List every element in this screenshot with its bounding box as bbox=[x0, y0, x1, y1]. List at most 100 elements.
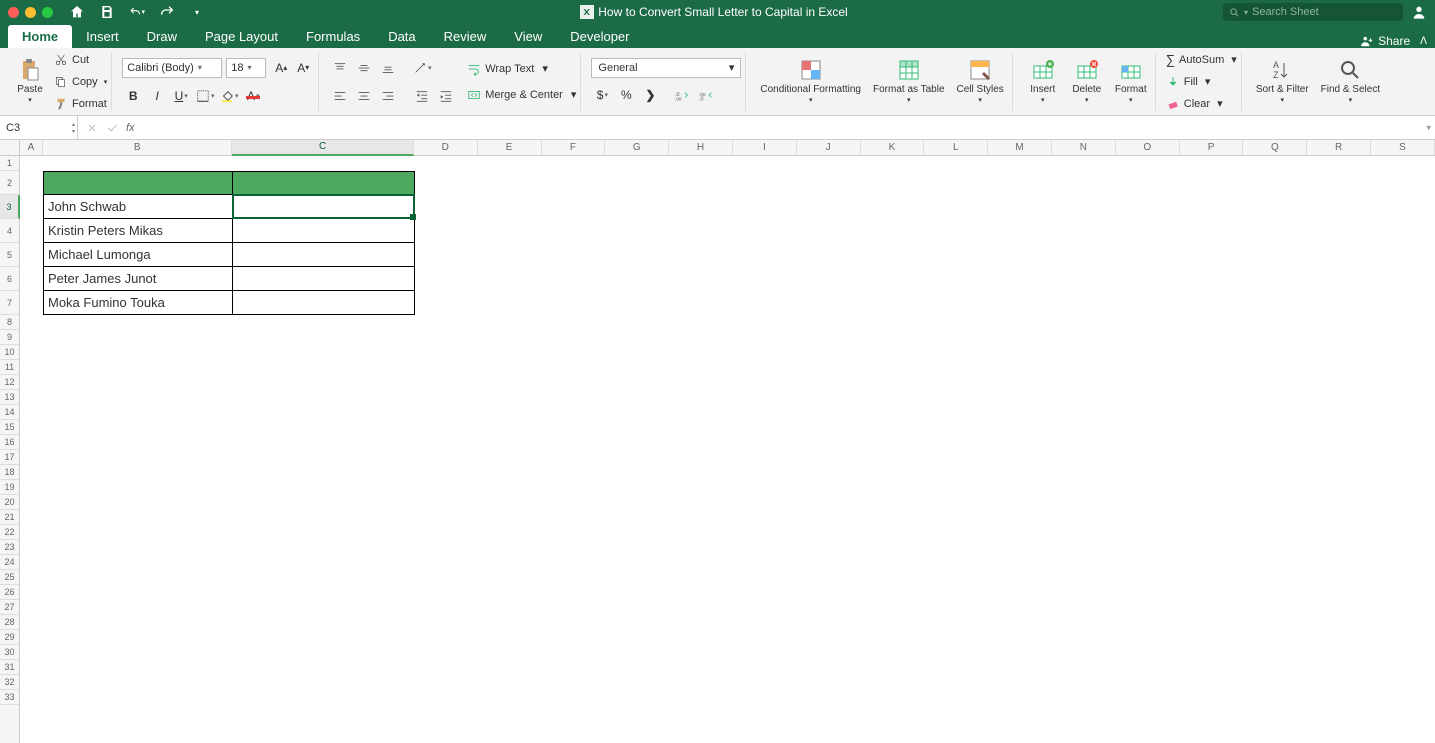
row-header-25[interactable]: 25 bbox=[0, 570, 19, 585]
cut-button[interactable]: Cut bbox=[54, 50, 107, 70]
merge-center-button[interactable]: Merge & Center▾ bbox=[467, 85, 576, 105]
increase-indent-button[interactable] bbox=[435, 85, 457, 107]
qat-customize-icon[interactable]: ▾ bbox=[189, 4, 205, 20]
tab-insert[interactable]: Insert bbox=[72, 25, 133, 48]
row-header-7[interactable]: 7 bbox=[0, 291, 19, 315]
row-header-31[interactable]: 31 bbox=[0, 660, 19, 675]
col-header-L[interactable]: L bbox=[924, 140, 988, 155]
table-header-cell[interactable] bbox=[43, 171, 233, 195]
col-header-E[interactable]: E bbox=[478, 140, 542, 155]
row-header-12[interactable]: 12 bbox=[0, 375, 19, 390]
col-header-C[interactable]: C bbox=[232, 140, 413, 156]
cell-grid[interactable]: John SchwabKristin Peters MikasMichael L… bbox=[20, 156, 1435, 743]
row-header-11[interactable]: 11 bbox=[0, 360, 19, 375]
row-header-28[interactable]: 28 bbox=[0, 615, 19, 630]
search-sheet-input[interactable]: ▾ Search Sheet bbox=[1223, 3, 1403, 21]
copy-button[interactable]: Copy▾ bbox=[54, 72, 107, 92]
row-header-23[interactable]: 23 bbox=[0, 540, 19, 555]
tab-formulas[interactable]: Formulas bbox=[292, 25, 374, 48]
col-header-P[interactable]: P bbox=[1180, 140, 1244, 155]
table-header-cell[interactable] bbox=[233, 171, 415, 195]
align-left-button[interactable] bbox=[329, 85, 351, 107]
comma-button[interactable]: ❯ bbox=[639, 84, 661, 106]
increase-font-button[interactable]: A▴ bbox=[270, 57, 292, 79]
decrease-font-button[interactable]: A▾ bbox=[292, 57, 314, 79]
clear-button[interactable]: Clear▾ bbox=[1166, 94, 1237, 114]
italic-button[interactable]: I bbox=[146, 85, 168, 107]
row-header-22[interactable]: 22 bbox=[0, 525, 19, 540]
row-header-18[interactable]: 18 bbox=[0, 465, 19, 480]
row-header-24[interactable]: 24 bbox=[0, 555, 19, 570]
align-right-button[interactable] bbox=[377, 85, 399, 107]
currency-button[interactable]: $▾ bbox=[591, 84, 613, 106]
align-top-button[interactable] bbox=[329, 57, 351, 79]
row-header-13[interactable]: 13 bbox=[0, 390, 19, 405]
find-select-button[interactable]: Find & Select▾ bbox=[1317, 56, 1384, 107]
col-header-S[interactable]: S bbox=[1371, 140, 1435, 155]
percent-button[interactable]: % bbox=[615, 84, 637, 106]
table-cell[interactable]: Moka Fumino Touka bbox=[43, 291, 233, 315]
tab-draw[interactable]: Draw bbox=[133, 25, 191, 48]
format-painter-button[interactable]: Format bbox=[54, 94, 107, 114]
table-cell[interactable] bbox=[233, 195, 415, 219]
zoom-window-button[interactable] bbox=[42, 7, 53, 18]
col-header-J[interactable]: J bbox=[797, 140, 861, 155]
sort-filter-button[interactable]: AZSort & Filter▾ bbox=[1252, 56, 1313, 107]
tab-review[interactable]: Review bbox=[430, 25, 501, 48]
fill-button[interactable]: Fill▾ bbox=[1166, 72, 1237, 92]
row-header-9[interactable]: 9 bbox=[0, 330, 19, 345]
col-header-N[interactable]: N bbox=[1052, 140, 1116, 155]
format-cells-button[interactable]: Format▾ bbox=[1111, 56, 1151, 107]
border-button[interactable]: ▾ bbox=[194, 85, 216, 107]
fill-color-button[interactable]: ▾ bbox=[218, 85, 240, 107]
number-format-combo[interactable]: General▾ bbox=[591, 58, 741, 78]
table-cell[interactable] bbox=[233, 291, 415, 315]
align-bottom-button[interactable] bbox=[377, 57, 399, 79]
table-cell[interactable] bbox=[233, 219, 415, 243]
font-name-combo[interactable]: Calibri (Body)▾ bbox=[122, 58, 222, 78]
col-header-B[interactable]: B bbox=[43, 140, 232, 155]
col-header-Q[interactable]: Q bbox=[1243, 140, 1307, 155]
format-as-table-button[interactable]: Format as Table▾ bbox=[869, 56, 949, 107]
share-button[interactable]: Share bbox=[1360, 34, 1410, 48]
cancel-formula-icon[interactable] bbox=[86, 122, 98, 134]
tab-developer[interactable]: Developer bbox=[556, 25, 643, 48]
bold-button[interactable]: B bbox=[122, 85, 144, 107]
col-header-A[interactable]: A bbox=[20, 140, 43, 155]
minimize-window-button[interactable] bbox=[25, 7, 36, 18]
select-all-corner[interactable] bbox=[0, 140, 20, 156]
tab-page-layout[interactable]: Page Layout bbox=[191, 25, 292, 48]
row-header-14[interactable]: 14 bbox=[0, 405, 19, 420]
expand-formula-bar-icon[interactable]: ▾ bbox=[1426, 122, 1431, 133]
tab-home[interactable]: Home bbox=[8, 25, 72, 48]
table-cell[interactable]: Peter James Junot bbox=[43, 267, 233, 291]
row-header-29[interactable]: 29 bbox=[0, 630, 19, 645]
col-header-H[interactable]: H bbox=[669, 140, 733, 155]
save-icon[interactable] bbox=[99, 4, 115, 20]
paste-button[interactable]: Paste▾ bbox=[10, 56, 50, 107]
name-box[interactable]: C3 ▴▾ bbox=[0, 116, 78, 139]
conditional-formatting-button[interactable]: Conditional Formatting▾ bbox=[756, 56, 865, 107]
row-header-16[interactable]: 16 bbox=[0, 435, 19, 450]
row-header-32[interactable]: 32 bbox=[0, 675, 19, 690]
row-header-6[interactable]: 6 bbox=[0, 267, 19, 291]
cell-styles-button[interactable]: Cell Styles▾ bbox=[953, 56, 1008, 107]
row-header-21[interactable]: 21 bbox=[0, 510, 19, 525]
fx-icon[interactable]: fx bbox=[126, 122, 135, 134]
col-header-O[interactable]: O bbox=[1116, 140, 1180, 155]
row-header-1[interactable]: 1 bbox=[0, 156, 19, 171]
increase-decimal-button[interactable]: .0.00 bbox=[671, 84, 693, 106]
decrease-indent-button[interactable] bbox=[411, 85, 433, 107]
row-header-4[interactable]: 4 bbox=[0, 219, 19, 243]
row-header-10[interactable]: 10 bbox=[0, 345, 19, 360]
user-icon[interactable] bbox=[1411, 4, 1427, 20]
row-header-3[interactable]: 3 bbox=[0, 195, 20, 219]
row-header-5[interactable]: 5 bbox=[0, 243, 19, 267]
close-window-button[interactable] bbox=[8, 7, 19, 18]
delete-cells-button[interactable]: Delete▾ bbox=[1067, 56, 1107, 107]
row-header-19[interactable]: 19 bbox=[0, 480, 19, 495]
undo-icon[interactable]: ▾ bbox=[129, 4, 145, 20]
col-header-D[interactable]: D bbox=[414, 140, 478, 155]
align-center-button[interactable] bbox=[353, 85, 375, 107]
table-cell[interactable]: Kristin Peters Mikas bbox=[43, 219, 233, 243]
